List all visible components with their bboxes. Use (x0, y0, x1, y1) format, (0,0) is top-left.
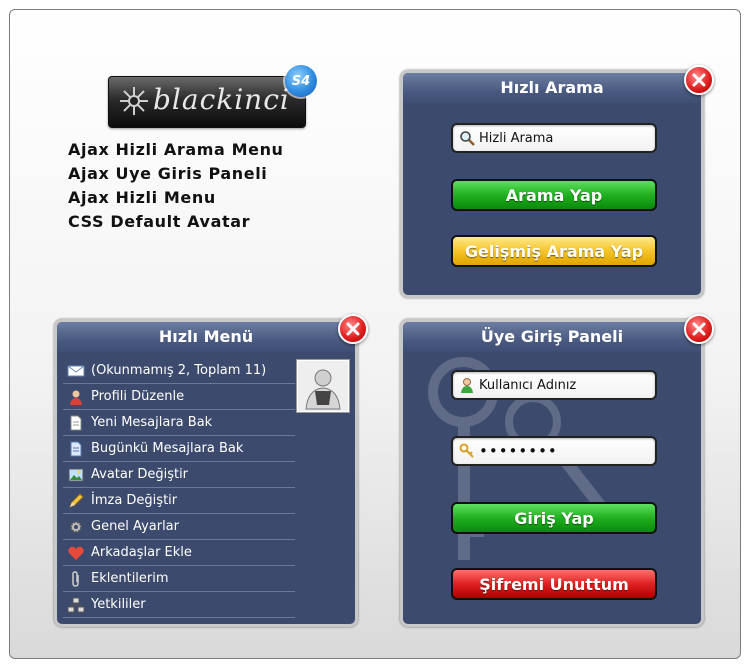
menu-item-label: İmza Değiştir (91, 493, 178, 508)
login-button[interactable]: Giriş Yap (451, 502, 657, 534)
quick-menu-list: (Okunmamış 2, Toplam 11) Profili Düzenle… (63, 358, 295, 618)
password-input-value: •••••••• (479, 442, 558, 460)
menu-item-add-friends[interactable]: Arkadaşlar Ekle (63, 540, 295, 566)
search-input-value: Hizli Arama (479, 130, 554, 146)
menu-item-label: Bugünkü Mesajlara Bak (91, 441, 244, 456)
username-input-value: Kullanıcı Adınız (479, 377, 577, 393)
menu-item-change-signature[interactable]: İmza Değiştir (63, 488, 295, 514)
heart-icon (68, 546, 84, 560)
menu-item-label: Eklentilerim (91, 571, 169, 586)
feature-list: Ajax Hizli Arama Menu Ajax Uye Giris Pan… (68, 138, 284, 234)
feature-item: CSS Default Avatar (68, 212, 251, 231)
search-panel-title: Hızlı Arama (403, 73, 701, 103)
menu-item-label: Arkadaşlar Ekle (91, 545, 192, 560)
document-icon (70, 415, 82, 430)
network-icon (67, 597, 85, 612)
document-blue-icon (70, 441, 82, 456)
default-avatar-icon (298, 361, 348, 411)
menu-item-new-messages[interactable]: Yeni Mesajlara Bak (63, 410, 295, 436)
feature-item: Ajax Hizli Menu (68, 188, 216, 207)
magnifier-icon (460, 131, 475, 146)
search-panel: Hızlı Arama Hizli Arama Arama Yap Gelişm… (400, 70, 704, 298)
menu-item-label: Yeni Mesajlara Bak (91, 415, 213, 430)
forgot-password-button[interactable]: Şifremi Unuttum (451, 568, 657, 600)
user-icon (70, 390, 82, 405)
close-icon[interactable] (338, 314, 368, 344)
menu-item-staff[interactable]: Yetkililer (63, 592, 295, 618)
user-icon (461, 378, 473, 393)
quick-menu-title: Hızlı Menü (57, 322, 355, 352)
menu-item-messages[interactable]: (Okunmamış 2, Toplam 11) (63, 358, 295, 384)
close-icon[interactable] (684, 65, 714, 95)
feature-item: Ajax Uye Giris Paneli (68, 164, 268, 183)
login-panel: Üye Giriş Paneli Kullanıcı Adınız ••••••… (400, 319, 704, 627)
envelope-icon (67, 365, 85, 376)
login-panel-title: Üye Giriş Paneli (403, 322, 701, 352)
page-frame: blackinci S4 Ajax Hizli Arama Menu Ajax … (9, 9, 741, 659)
password-input[interactable]: •••••••• (451, 436, 657, 466)
version-badge: S4 (285, 65, 317, 97)
menu-item-today-messages[interactable]: Bugünkü Mesajlara Bak (63, 436, 295, 462)
picture-icon (68, 468, 84, 481)
menu-item-label: (Okunmamış 2, Toplam 11) (91, 363, 267, 378)
menu-item-label: Profili Düzenle (91, 389, 185, 404)
menu-item-edit-profile[interactable]: Profili Düzenle (63, 384, 295, 410)
paperclip-icon (72, 570, 79, 587)
blackinci-logo: blackinci S4 (108, 65, 317, 128)
search-input[interactable]: Hizli Arama (451, 123, 657, 153)
feature-item: Ajax Hizli Arama Menu (68, 140, 284, 159)
menu-item-general-settings[interactable]: Genel Ayarlar (63, 514, 295, 540)
search-button[interactable]: Arama Yap (451, 179, 657, 211)
pencil-icon (69, 492, 84, 508)
sunburst-icon (120, 87, 148, 115)
logo-text: blackinci (153, 83, 290, 116)
advanced-search-button[interactable]: Gelişmiş Arama Yap (451, 235, 657, 267)
menu-item-attachments[interactable]: Eklentilerim (63, 566, 295, 592)
menu-item-label: Avatar Değiştir (91, 467, 189, 482)
close-icon[interactable] (684, 314, 714, 344)
key-icon (459, 443, 474, 458)
menu-item-label: Genel Ayarlar (91, 519, 179, 534)
gear-icon (70, 520, 82, 533)
avatar (297, 360, 349, 412)
menu-item-label: Yetkililer (91, 597, 146, 612)
username-input[interactable]: Kullanıcı Adınız (451, 370, 657, 400)
quick-menu-panel: Hızlı Menü (Okunmamış 2, Toplam 11) Prof… (54, 319, 358, 627)
menu-item-change-avatar[interactable]: Avatar Değiştir (63, 462, 295, 488)
